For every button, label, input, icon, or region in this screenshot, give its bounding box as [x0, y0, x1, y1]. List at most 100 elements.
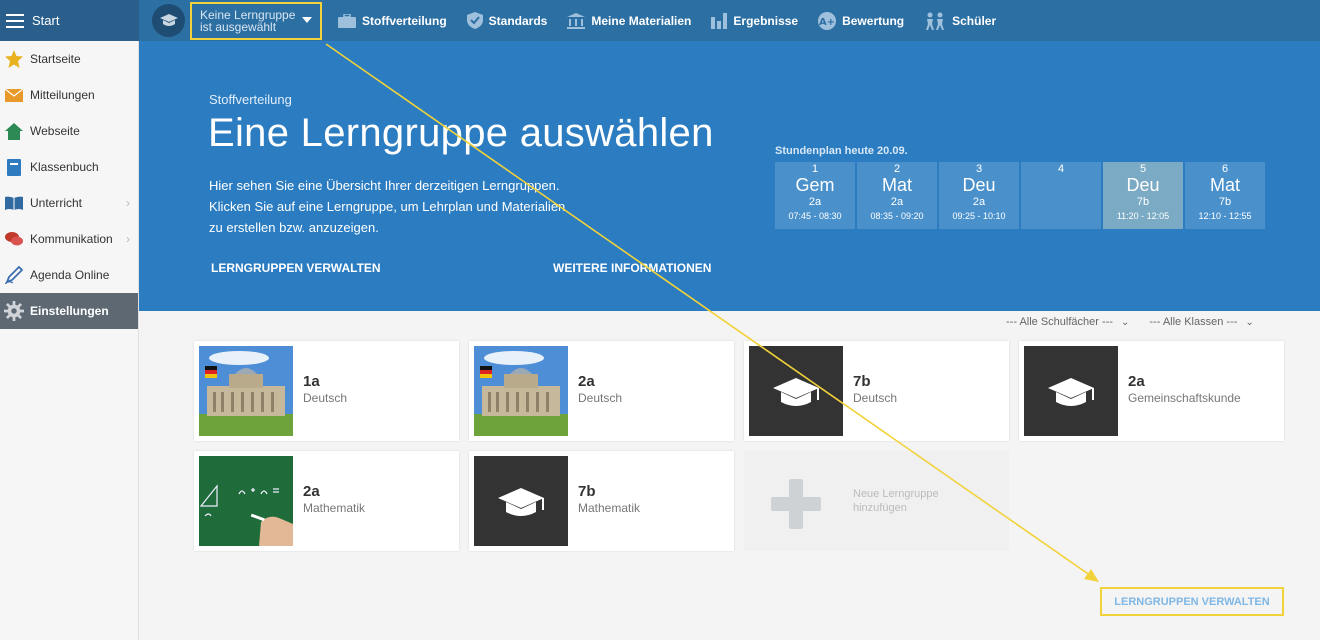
- caret-down-icon: [302, 17, 312, 23]
- page-title: Eine Lerngruppe auswählen: [208, 111, 714, 155]
- sidebar-item-label: Mitteilungen: [30, 88, 95, 102]
- hero-description: Hier sehen Sie eine Übersicht Ihrer derz…: [209, 175, 629, 238]
- sidebar-item-startseite[interactable]: Startseite: [0, 41, 138, 77]
- nav-label: Bewertung: [842, 13, 905, 28]
- sidebar-item-webseite[interactable]: Webseite: [0, 113, 138, 149]
- sidebar-item-einstellungen[interactable]: Einstellungen: [0, 293, 138, 329]
- grading-icon: A+: [818, 11, 837, 30]
- nav-standards[interactable]: Standards: [466, 12, 548, 29]
- subject-filter-select[interactable]: --- Alle Schulfächer --- ⌄: [1006, 316, 1129, 328]
- graduation-cap-icon: [159, 13, 178, 26]
- nav-meine-materialien[interactable]: Meine Materialien: [567, 12, 692, 29]
- group-card[interactable]: 2a Mathematik: [194, 451, 459, 551]
- nav-stoffverteilung[interactable]: Stoffverteilung: [338, 13, 447, 28]
- reichstag-image: [199, 346, 293, 436]
- slot-subject: Mat: [1209, 175, 1240, 195]
- slot-class: 2a: [808, 196, 822, 208]
- card-subject: Mathematik: [303, 501, 366, 515]
- sidebar-item-kommunikation[interactable]: Kommunikation ›: [0, 221, 138, 257]
- nav-label: Ergebnisse: [733, 13, 799, 28]
- sidebar-item-label: Kommunikation: [30, 232, 113, 246]
- start-label: Start: [32, 13, 60, 28]
- sidebar-item-label: Startseite: [30, 52, 81, 66]
- math-chalkboard-image: [199, 456, 293, 546]
- nav-schueler[interactable]: Schüler: [924, 12, 996, 30]
- start-button[interactable]: Start: [0, 0, 139, 41]
- slot-class: 2a: [890, 196, 904, 208]
- schedule-slot-empty: 4: [1021, 162, 1101, 229]
- slot-subject: Gem: [795, 175, 835, 195]
- hero-banner: Stoffverteilung Eine Lerngruppe auswähle…: [139, 41, 1320, 311]
- schedule-slot[interactable]: 2 Mat 2a 08:35 - 09:20: [857, 162, 937, 229]
- slot-time: 09:25 - 10:10: [952, 211, 1006, 221]
- manage-groups-bottom-link[interactable]: LERNGRUPPEN VERWALTEN: [1100, 587, 1284, 616]
- plus-icon: [749, 456, 843, 546]
- schedule-slot-current[interactable]: 5 Deu 7b 11:20 - 12:05: [1103, 162, 1183, 229]
- sidebar-item-label: Webseite: [30, 124, 80, 138]
- sidebar-item-klassenbuch[interactable]: Klassenbuch: [0, 149, 138, 185]
- briefcase-icon: [338, 13, 356, 28]
- card-subject: Deutsch: [853, 391, 898, 405]
- sidebar-item-agenda-online[interactable]: Agenda Online: [0, 257, 138, 293]
- envelope-icon: [4, 85, 24, 105]
- card-class: 1a: [303, 373, 320, 390]
- sidebar-item-label: Unterricht: [30, 196, 83, 210]
- nav-label: Schüler: [952, 13, 997, 28]
- card-class: 7b: [578, 483, 596, 500]
- nav-label: Standards: [488, 13, 548, 28]
- hero-kicker: Stoffverteilung: [209, 92, 292, 107]
- hero-desc-line: zu erstellen bzw. anzuzeigen.: [209, 220, 379, 235]
- slot-time: 08:35 - 09:20: [870, 211, 924, 221]
- graduation-cap-icon: [1024, 346, 1118, 436]
- schedule-slot[interactable]: 6 Mat 7b 12:10 - 12:55: [1185, 162, 1265, 229]
- pen-icon: [4, 265, 24, 285]
- hero-desc-line: Hier sehen Sie eine Übersicht Ihrer derz…: [209, 178, 560, 193]
- slot-number: 6: [1221, 163, 1229, 175]
- slot-time: 12:10 - 12:55: [1198, 211, 1252, 221]
- subject-filter-value: --- Alle Schulfächer ---: [1006, 316, 1113, 328]
- nav-ergebnisse[interactable]: Ergebnisse: [711, 12, 799, 29]
- manage-groups-link[interactable]: LERNGRUPPEN VERWALTEN: [211, 261, 381, 275]
- hero-desc-line: Klicken Sie auf eine Lerngruppe, um Lehr…: [209, 199, 566, 214]
- sidebar-item-label: Einstellungen: [30, 304, 109, 318]
- nav-label: Stoffverteilung: [362, 13, 447, 28]
- graduation-cap-avatar[interactable]: [152, 4, 185, 37]
- chevron-right-icon: ›: [126, 232, 130, 246]
- slot-number: 1: [811, 163, 819, 175]
- library-icon: [567, 12, 586, 29]
- slot-subject: Mat: [881, 175, 912, 195]
- schedule-title: Stundenplan heute 20.09.: [775, 145, 908, 157]
- nav-bewertung[interactable]: A+ Bewertung: [818, 11, 905, 30]
- nav-label: Meine Materialien: [591, 13, 692, 28]
- book-icon: [4, 193, 24, 213]
- learning-group-select[interactable]: Keine Lerngruppe ist ausgewählt: [190, 2, 322, 40]
- sidebar-item-unterricht[interactable]: Unterricht ›: [0, 185, 138, 221]
- group-card[interactable]: 7b Deutsch: [744, 341, 1009, 441]
- slot-class: 2a: [972, 196, 986, 208]
- schedule-slot[interactable]: 1 Gem 2a 07:45 - 08:30: [775, 162, 855, 229]
- slot-number: 3: [975, 163, 983, 175]
- slot-number: 4: [1057, 163, 1065, 175]
- reichstag-image: [474, 346, 568, 436]
- card-class: 2a: [578, 373, 595, 390]
- svg-text:A+: A+: [819, 17, 835, 28]
- group-card[interactable]: 7b Mathematik: [469, 451, 734, 551]
- menu-icon: [6, 13, 24, 28]
- sidebar-item-mitteilungen[interactable]: Mitteilungen: [0, 77, 138, 113]
- card-subject: Deutsch: [303, 391, 348, 405]
- group-card[interactable]: 2a Deutsch: [469, 341, 734, 441]
- more-info-link[interactable]: WEITERE INFORMATIONEN: [553, 261, 711, 275]
- group-select-line2: ist ausgewählt: [200, 20, 277, 34]
- add-group-card[interactable]: Neue Lerngruppe hinzufügen: [744, 451, 1009, 551]
- slot-class: 7b: [1218, 196, 1232, 208]
- group-card[interactable]: 2a Gemeinschaftskunde: [1019, 341, 1284, 441]
- students-icon: [926, 12, 945, 30]
- filters: --- Alle Schulfächer --- ⌄ --- Alle Klas…: [1006, 316, 1274, 328]
- graduation-cap-icon: [749, 346, 843, 436]
- group-card[interactable]: 1a Deutsch: [194, 341, 459, 441]
- schedule-slot[interactable]: 3 Deu 2a 09:25 - 10:10: [939, 162, 1019, 229]
- star-icon: [4, 49, 24, 69]
- chalkboard-cap-image: [474, 456, 568, 546]
- card-class: 2a: [303, 483, 320, 500]
- class-filter-select[interactable]: --- Alle Klassen --- ⌄: [1149, 316, 1253, 328]
